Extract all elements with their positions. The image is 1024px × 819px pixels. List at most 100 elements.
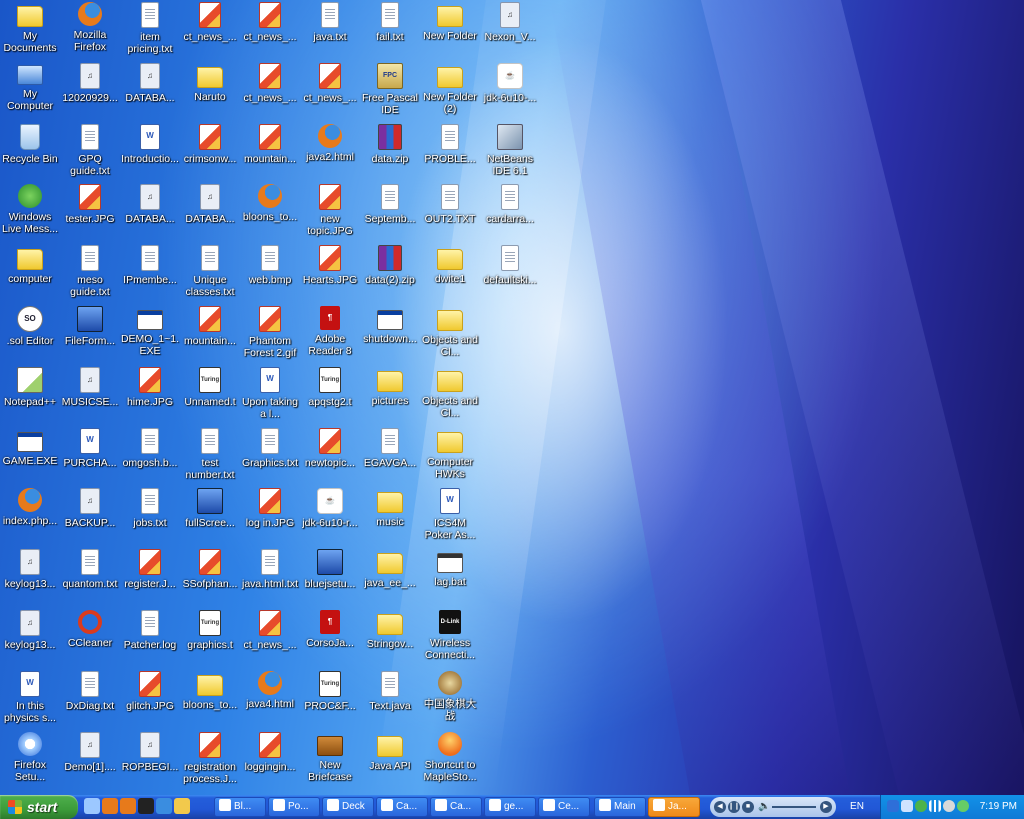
wireless-signal-icon[interactable] [929,800,941,812]
desktop-icon[interactable]: Windows Live Mess... [0,182,60,242]
desktop-icon[interactable]: FileForm... [60,304,120,364]
antivirus-icon[interactable] [943,800,955,812]
desktop-icon[interactable]: ♫ Demo[1].... [60,730,120,790]
desktop-icon[interactable]: ♫ DATABA... [180,182,240,242]
desktop-icon[interactable]: EGAVGA... [360,426,420,486]
desktop-icon[interactable]: registration process.J... [180,730,240,790]
desktop-icon[interactable]: pictures [360,365,420,425]
desktop-icon[interactable]: ♫ ROPBEGI... [120,730,180,790]
language-indicator[interactable]: EN [840,795,874,819]
desktop-icon[interactable]: fullScree... [180,486,240,546]
desktop-icon[interactable]: web.bmp [240,243,300,303]
desktop-icon[interactable]: FPC Free Pascal IDE [360,61,420,121]
desktop-icon[interactable]: java4.html [240,669,300,729]
desktop-icon[interactable]: Stringov... [360,608,420,668]
desktop-icon[interactable]: Firefox Setu... [0,730,60,790]
explorer-icon[interactable] [174,798,190,814]
msn-tray-icon[interactable] [915,800,927,812]
desktop-icon[interactable]: bluejsetu... [300,547,360,607]
desktop-icon[interactable]: ct_news_... [180,0,240,60]
desktop-icon[interactable]: java.txt [300,0,360,60]
desktop-icon[interactable]: W Upon taking a l... [240,365,300,425]
desktop-icon[interactable]: My Documents [0,0,60,60]
desktop-icon[interactable]: Turing apqstg2.t [300,365,360,425]
desktop-icon[interactable]: GPQ guide.txt [60,122,120,182]
desktop-icon[interactable]: ♫ keylog13... [0,547,60,607]
desktop-icon[interactable]: Recycle Bin [0,122,60,182]
desktop-icon[interactable]: ♫ 12020929... [60,61,120,121]
desktop-icon[interactable]: meso guide.txt [60,243,120,303]
desktop-icon[interactable]: ♫ DATABA... [120,182,180,242]
desktop-icon[interactable]: My Computer [0,61,60,121]
desktop-icon[interactable]: OUT2.TXT [420,182,480,242]
desktop-icon[interactable]: computer [0,243,60,303]
desktop-icon[interactable]: D-Link Wireless Connecti... [420,608,480,668]
desktop-icon[interactable]: omgosh.b... [120,426,180,486]
desktop-icon[interactable]: Patcher.log [120,608,180,668]
desktop-icon[interactable]: GAME.EXE [0,426,60,486]
desktop-icon[interactable]: New Folder [420,0,480,60]
desktop-icon[interactable]: Graphics.txt [240,426,300,486]
desktop-icon[interactable]: ct_news_... [240,608,300,668]
desktop-icon[interactable]: register.J... [120,547,180,607]
desktop-icon[interactable]: Computer HWKs [420,426,480,486]
desktop-icon[interactable]: shutdown... [360,304,420,364]
desktop-icon[interactable]: lag.bat [420,547,480,607]
desktop-icon[interactable]: log in.JPG [240,486,300,546]
taskbar-button[interactable]: Bl... [214,797,266,817]
desktop-icon[interactable]: Turing graphics.t [180,608,240,668]
stop-icon[interactable]: ■ [742,801,754,813]
desktop-icon[interactable]: CCleaner [60,608,120,668]
desktop-icon[interactable]: New Folder (2) [420,61,480,121]
taskbar-button[interactable]: Deck [322,797,374,817]
pause-icon[interactable]: ❙❙ [728,801,740,813]
bluetooth-icon[interactable] [887,800,899,812]
desktop-icon[interactable]: IPmembe... [120,243,180,303]
desktop-icon[interactable]: W PURCHA... [60,426,120,486]
taskbar-button[interactable]: Ca... [430,797,482,817]
desktop-icon[interactable]: data(2).zip [360,243,420,303]
desktop-icon[interactable]: DxDiag.txt [60,669,120,729]
desktop-icon[interactable]: glitch.JPG [120,669,180,729]
volume-icon[interactable]: 🔈 [758,801,770,813]
desktop-icon[interactable]: W Introductio... [120,122,180,182]
desktop-icon[interactable]: crimsonw... [180,122,240,182]
taskbar-button[interactable]: Ce... [538,797,590,817]
desktop-icon[interactable]: fail.txt [360,0,420,60]
desktop-icon[interactable]: bloons_to... [180,669,240,729]
volume-slider[interactable] [772,806,816,808]
desktop-icon[interactable]: ☕ jdk-6u10-r... [300,486,360,546]
desktop-icon[interactable]: NetBeans IDE 6.1 [480,122,540,182]
desktop-icon[interactable]: ♫ DATABA... [120,61,180,121]
desktop-icon[interactable]: test number.txt [180,426,240,486]
desktop-icon[interactable]: dwite1 [420,243,480,303]
desktop-icon[interactable]: Phantom Forest 2.gif [240,304,300,364]
safely-remove-icon[interactable] [957,800,969,812]
desktop-icon[interactable]: Hearts.JPG [300,243,360,303]
desktop-icon[interactable]: item pricing.txt [120,0,180,60]
desktop-icon[interactable]: ct_news_... [240,61,300,121]
desktop-icon[interactable]: Turing Unnamed.t [180,365,240,425]
desktop-icon[interactable]: ♫ MUSICSE... [60,365,120,425]
desktop-icon[interactable]: ♫ keylog13... [0,608,60,668]
desktop-icon[interactable]: W ICS4M Poker As... [420,486,480,546]
desktop-icon[interactable]: newtopic... [300,426,360,486]
desktop-icon[interactable]: jobs.txt [120,486,180,546]
taskbar-button[interactable]: Main [594,797,646,817]
desktop-icon[interactable]: loggingin... [240,730,300,790]
desktop-icon[interactable]: data.zip [360,122,420,182]
desktop-icon[interactable]: java.html.txt [240,547,300,607]
next-track-icon[interactable]: ▶ [820,801,832,813]
firefox-icon[interactable] [102,798,118,814]
desktop-icon[interactable]: W In this physics s... [0,669,60,729]
desktop-icon[interactable]: Text.java [360,669,420,729]
desktop-icon[interactable]: SO .sol Editor [0,304,60,364]
desktop-icon[interactable]: hime.JPG [120,365,180,425]
desktop-icon[interactable]: java2.html [300,122,360,182]
desktop-icon[interactable]: bloons_to... [240,182,300,242]
desktop-icon[interactable]: DEMO_1~1.EXE [120,304,180,364]
desktop-icon[interactable]: Shortcut to MapleSto... [420,730,480,790]
desktop-icon[interactable]: music [360,486,420,546]
desktop-icon[interactable]: ct_news_... [300,61,360,121]
desktop-icon[interactable]: java_ee_... [360,547,420,607]
